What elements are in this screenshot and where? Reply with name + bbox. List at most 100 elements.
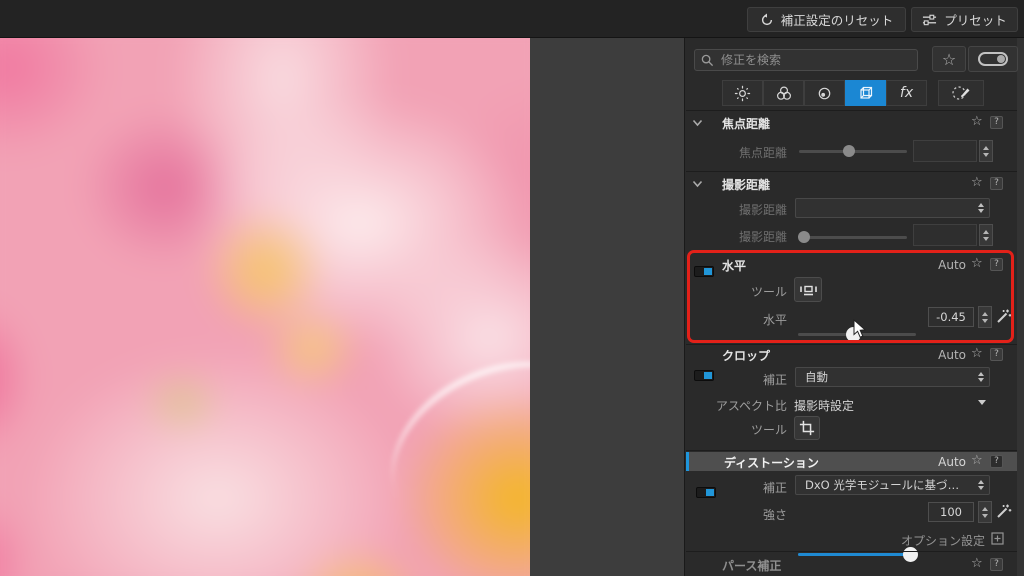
section-title-focal: 焦点距離 bbox=[722, 117, 771, 131]
preset-label: プリセット bbox=[944, 13, 1007, 28]
options-expand-icon[interactable] bbox=[991, 532, 1004, 545]
focal-value-field[interactable] bbox=[913, 140, 977, 162]
corrections-toggle-button[interactable] bbox=[968, 46, 1018, 72]
distortion-strength-label: 強さ bbox=[762, 508, 787, 522]
star-icon[interactable]: ☆ bbox=[971, 115, 983, 128]
star-icon[interactable]: ☆ bbox=[971, 454, 983, 467]
local-adjustments-brush-icon bbox=[952, 86, 970, 100]
magic-wand-icon[interactable] bbox=[995, 308, 1012, 325]
focal-stepper[interactable] bbox=[979, 140, 993, 162]
crop-tool-button[interactable] bbox=[794, 416, 820, 440]
section-separator bbox=[686, 450, 1017, 451]
distortion-correction-label: 補正 bbox=[762, 481, 787, 495]
select-spinner-icon bbox=[978, 480, 984, 490]
select-spinner-icon bbox=[978, 203, 984, 213]
favorites-filter-button[interactable]: ☆ bbox=[932, 46, 966, 72]
strength-value-field[interactable]: 100 bbox=[928, 502, 974, 522]
star-icon: ☆ bbox=[941, 49, 957, 69]
focal-slider-label: 焦点距離 bbox=[738, 146, 787, 160]
shooting-value-field[interactable] bbox=[913, 224, 977, 246]
section-title-horizon: 水平 bbox=[722, 259, 747, 273]
distortion-correction-select[interactable]: DxO 光学モジュールに基づいてい… bbox=[795, 475, 990, 495]
shooting-dropdown-label: 撮影距離 bbox=[738, 203, 787, 217]
search-input[interactable] bbox=[694, 49, 918, 71]
help-icon[interactable]: ? bbox=[990, 455, 1003, 468]
toggle-switch-icon bbox=[978, 52, 1008, 66]
chevron-down-icon[interactable] bbox=[692, 119, 703, 127]
light-sun-icon bbox=[734, 85, 751, 101]
horizon-enable-checkbox[interactable] bbox=[694, 266, 714, 277]
options-settings-link[interactable]: オプション設定 bbox=[800, 532, 985, 549]
horizon-value-field[interactable]: -0.45 bbox=[928, 307, 974, 327]
horizon-auto-label: Auto bbox=[938, 258, 966, 272]
focal-slider[interactable] bbox=[799, 145, 907, 157]
strength-stepper[interactable] bbox=[978, 501, 992, 523]
strength-slider[interactable] bbox=[798, 547, 918, 562]
section-title-shooting: 撮影距離 bbox=[722, 178, 771, 192]
color-circles-icon bbox=[776, 85, 791, 100]
detail-lens-icon bbox=[818, 87, 831, 99]
select-spinner-icon bbox=[978, 372, 984, 382]
section-title-crop: クロップ bbox=[722, 349, 771, 363]
section-separator bbox=[686, 110, 1017, 111]
chevron-down-icon[interactable] bbox=[692, 180, 703, 188]
photo-preview[interactable] bbox=[0, 38, 530, 576]
section-title-perspective: パース補正 bbox=[722, 559, 782, 573]
crop-tool-label: ツール bbox=[750, 423, 787, 437]
crop-aspect-value[interactable]: 撮影時設定 bbox=[794, 397, 854, 414]
crop-aspect-dropdown-button[interactable] bbox=[972, 393, 992, 411]
reset-corrections-label: 補正設定のリセット bbox=[780, 13, 894, 28]
help-icon[interactable]: ? bbox=[990, 348, 1003, 361]
crop-correction-label: 補正 bbox=[762, 373, 787, 387]
section-separator bbox=[686, 171, 1017, 172]
star-icon[interactable]: ☆ bbox=[971, 347, 983, 360]
horizon-stepper[interactable] bbox=[978, 306, 992, 328]
section-separator bbox=[686, 344, 1017, 345]
reset-icon bbox=[761, 13, 772, 25]
preset-button[interactable]: プリセット bbox=[911, 7, 1018, 32]
crop-aspect-label: アスペクト比 bbox=[715, 399, 787, 413]
shooting-slider-label: 撮影距離 bbox=[738, 230, 787, 244]
geometry-cube-icon bbox=[859, 86, 872, 99]
horizon-tool-button[interactable] bbox=[794, 277, 822, 302]
search-icon bbox=[701, 54, 714, 67]
crop-correction-select[interactable]: 自動 bbox=[795, 367, 990, 387]
help-icon[interactable]: ? bbox=[990, 116, 1003, 129]
local-adjustments-button[interactable] bbox=[938, 80, 984, 106]
crop-auto-label: Auto bbox=[938, 348, 966, 362]
star-icon[interactable]: ☆ bbox=[971, 257, 983, 270]
horizon-tool-label: ツール bbox=[750, 285, 787, 299]
star-icon[interactable]: ☆ bbox=[971, 557, 983, 570]
shooting-slider[interactable] bbox=[798, 231, 907, 243]
panel-scrollbar[interactable] bbox=[1017, 38, 1024, 576]
distortion-auto-label: Auto bbox=[938, 455, 966, 469]
shooting-stepper[interactable] bbox=[979, 224, 993, 246]
mouse-cursor bbox=[853, 319, 867, 338]
help-icon[interactable]: ? bbox=[990, 558, 1003, 571]
star-icon[interactable]: ☆ bbox=[971, 176, 983, 189]
tab-effects[interactable]: fx bbox=[886, 80, 927, 106]
dropdown-arrow-icon bbox=[978, 399, 986, 405]
horizon-slider-label: 水平 bbox=[762, 313, 787, 327]
tab-color[interactable] bbox=[763, 80, 804, 106]
crop-correction-value: 自動 bbox=[805, 370, 828, 384]
section-title-distortion: ディストーション bbox=[724, 456, 819, 470]
distortion-active-bar bbox=[686, 452, 689, 471]
reset-corrections-button[interactable]: 補正設定のリセット bbox=[747, 7, 906, 32]
tab-light[interactable] bbox=[722, 80, 763, 106]
tab-geometry-selected[interactable] bbox=[845, 80, 886, 106]
magic-wand-icon[interactable] bbox=[995, 503, 1012, 520]
focal-slider-thumb[interactable] bbox=[842, 145, 855, 157]
help-icon[interactable]: ? bbox=[990, 177, 1003, 190]
crop-tool-icon bbox=[799, 420, 815, 436]
help-icon[interactable]: ? bbox=[990, 258, 1003, 271]
section-separator bbox=[686, 551, 1017, 552]
fx-icon: fx bbox=[899, 85, 914, 101]
horizon-tool-icon bbox=[799, 285, 817, 295]
shooting-distance-select[interactable] bbox=[795, 198, 990, 218]
tab-detail[interactable] bbox=[804, 80, 845, 106]
distortion-correction-value: DxO 光学モジュールに基づいてい… bbox=[805, 478, 969, 492]
preset-icon bbox=[923, 14, 937, 26]
strength-slider-thumb[interactable] bbox=[902, 547, 918, 562]
application-window: 補正設定のリセット プリセット ☆ bbox=[0, 0, 1024, 576]
